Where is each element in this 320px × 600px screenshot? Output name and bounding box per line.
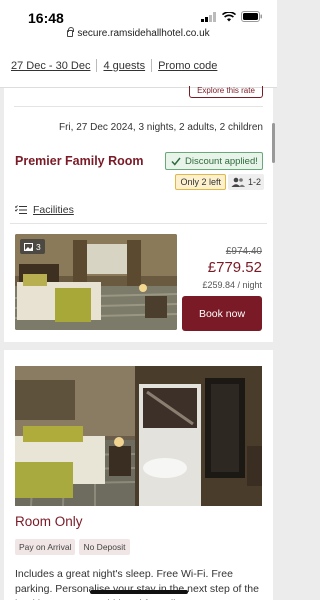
rate-tag: Pay on Arrival bbox=[15, 539, 76, 555]
discounted-price: £779.52 bbox=[207, 259, 262, 276]
lock-icon bbox=[67, 27, 75, 37]
discount-badge: Discount applied! bbox=[165, 152, 263, 170]
stay-details: Fri, 27 Dec 2024, 3 nights, 2 adults, 2 … bbox=[58, 122, 263, 133]
rate-photo[interactable] bbox=[15, 366, 262, 506]
url-text: secure.ramsidehallhotel.co.uk bbox=[77, 28, 210, 39]
scrollbar[interactable] bbox=[272, 123, 275, 163]
person-icon bbox=[231, 177, 245, 187]
list-icon bbox=[15, 205, 27, 214]
signal-icon bbox=[201, 11, 216, 22]
image-icon bbox=[24, 242, 33, 251]
book-now-button[interactable]: Book now bbox=[182, 296, 262, 331]
divider bbox=[151, 59, 153, 72]
explore-rate-button[interactable]: Explore this rate bbox=[189, 86, 263, 98]
room-title[interactable]: Premier Family Room bbox=[15, 154, 144, 168]
url-bar[interactable]: secure.ramsidehallhotel.co.uk bbox=[0, 27, 277, 44]
photo-count-badge: 3 bbox=[20, 239, 45, 254]
rate-title: Room Only bbox=[15, 514, 83, 529]
status-bar: 16:48 bbox=[0, 0, 277, 28]
battery-icon bbox=[241, 11, 262, 22]
divider bbox=[96, 59, 98, 72]
home-indicator[interactable] bbox=[90, 590, 188, 594]
facilities-link[interactable]: Facilities bbox=[15, 204, 74, 216]
wifi-icon bbox=[222, 11, 236, 21]
room-photo[interactable]: 3 bbox=[15, 234, 177, 330]
search-summary-bar: 27 Dec - 30 Dec 4 guests Promo code bbox=[0, 44, 277, 88]
rate-tags: Pay on Arrival No Deposit bbox=[15, 539, 130, 555]
rate-photo-image bbox=[15, 366, 262, 506]
price-per-night: £259.84 / night bbox=[202, 280, 262, 290]
rate-tag: No Deposit bbox=[79, 539, 130, 555]
facilities-label: Facilities bbox=[33, 204, 74, 216]
divider bbox=[14, 106, 263, 107]
original-price: £974.40 bbox=[225, 246, 262, 257]
photo-count: 3 bbox=[36, 241, 41, 252]
check-icon bbox=[171, 157, 181, 166]
discount-label: Discount applied! bbox=[185, 155, 258, 167]
status-icons bbox=[201, 11, 263, 22]
divider bbox=[10, 223, 267, 224]
guests-link[interactable]: 4 guests bbox=[103, 60, 145, 72]
dates-link[interactable]: 27 Dec - 30 Dec bbox=[11, 60, 90, 72]
occupancy-badge: 1-2 bbox=[228, 174, 264, 190]
rate-description: Includes a great night's sleep. Free Wi-… bbox=[15, 568, 259, 600]
promo-code-link[interactable]: Promo code bbox=[158, 60, 217, 72]
status-time: 16:48 bbox=[28, 10, 64, 26]
availability-badge: Only 2 left bbox=[175, 174, 226, 190]
occupancy-label: 1-2 bbox=[248, 177, 262, 187]
